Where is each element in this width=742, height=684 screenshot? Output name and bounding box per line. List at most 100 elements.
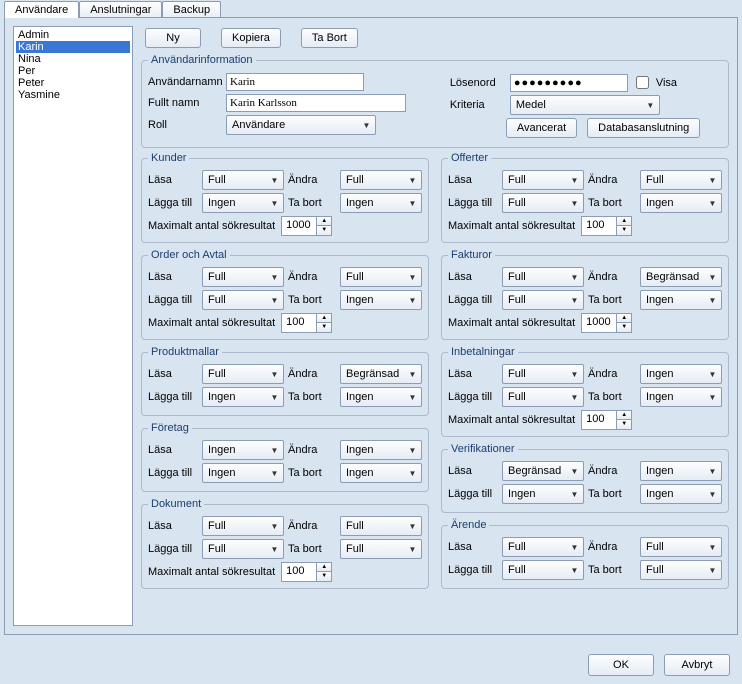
spin-down-icon[interactable]: ▼ xyxy=(617,323,631,332)
tab-anslutningar[interactable]: Anslutningar xyxy=(79,1,162,18)
edit-label: Ändra xyxy=(288,271,336,283)
user-list-item[interactable]: Nina xyxy=(16,53,130,65)
inbetalningar-edit-select[interactable]: Ingen ▼ xyxy=(640,364,722,384)
show-password-checkbox[interactable] xyxy=(636,76,649,89)
delete-button[interactable]: Ta Bort xyxy=(301,28,358,48)
kunder-read-select[interactable]: Full ▼ xyxy=(202,170,284,190)
tab-användare[interactable]: Användare xyxy=(4,1,79,18)
fakturor-add-select[interactable]: Full ▼ xyxy=(502,290,584,310)
spin-up-icon[interactable]: ▲ xyxy=(317,563,331,572)
spin-down-icon[interactable]: ▼ xyxy=(317,572,331,581)
chevron-down-icon: ▼ xyxy=(568,467,581,476)
fakturor-edit-select[interactable]: Begränsad ▼ xyxy=(640,267,722,287)
kunder-del-select[interactable]: Ingen ▼ xyxy=(340,193,422,213)
foretag-add-select[interactable]: Ingen ▼ xyxy=(202,463,284,483)
spin-down-icon[interactable]: ▼ xyxy=(317,226,331,235)
dokument-read-select[interactable]: Full ▼ xyxy=(202,516,284,536)
read-label: Läsa xyxy=(148,444,198,456)
edit-label: Ändra xyxy=(588,174,636,186)
offerter-max-spin[interactable]: 100 ▲▼ xyxy=(581,216,632,236)
verifikationer-del-select[interactable]: Ingen ▼ xyxy=(640,484,722,504)
inbetalningar-del-select[interactable]: Ingen ▼ xyxy=(640,387,722,407)
verifikationer-edit-select[interactable]: Ingen ▼ xyxy=(640,461,722,481)
order-group: Order och Avtal Läsa Full ▼ Ändra Full ▼… xyxy=(141,249,429,340)
foretag-del-select[interactable]: Ingen ▼ xyxy=(340,463,422,483)
database-connection-button[interactable]: Databasanslutning xyxy=(587,118,700,138)
user-list-item[interactable]: Per xyxy=(16,65,130,77)
kunder-add-select[interactable]: Ingen ▼ xyxy=(202,193,284,213)
username-label: Användarnamn xyxy=(148,76,222,88)
user-list[interactable]: AdminKarinNinaPerPeterYasmine xyxy=(13,26,133,626)
fakturor-max-spin[interactable]: 1000 ▲▼ xyxy=(581,313,632,333)
dokument-edit-select[interactable]: Full ▼ xyxy=(340,516,422,536)
order-read-select[interactable]: Full ▼ xyxy=(202,267,284,287)
max-results-label: Maximalt antal sökresultat xyxy=(148,317,275,329)
produktmallar-group: Produktmallar Läsa Full ▼ Ändra Begränsa… xyxy=(141,346,429,416)
chevron-down-icon: ▼ xyxy=(706,490,719,499)
verifikationer-read-select[interactable]: Begränsad ▼ xyxy=(502,461,584,481)
offerter-del-select[interactable]: Ingen ▼ xyxy=(640,193,722,213)
arende-del-select[interactable]: Full ▼ xyxy=(640,560,722,580)
inbetalningar-add-select[interactable]: Full ▼ xyxy=(502,387,584,407)
chevron-down-icon: ▼ xyxy=(568,543,581,552)
add-label: Lägga till xyxy=(148,543,198,555)
role-select[interactable]: Användare ▼ xyxy=(226,115,376,135)
tab-backup[interactable]: Backup xyxy=(162,1,221,18)
dokument-max-spin[interactable]: 100 ▲▼ xyxy=(281,562,332,582)
user-list-item[interactable]: Karin xyxy=(16,41,130,53)
spin-down-icon[interactable]: ▼ xyxy=(317,323,331,332)
advanced-button[interactable]: Avancerat xyxy=(506,118,577,138)
spin-up-icon[interactable]: ▲ xyxy=(617,217,631,226)
offerter-edit-select[interactable]: Full ▼ xyxy=(640,170,722,190)
spin-up-icon[interactable]: ▲ xyxy=(617,314,631,323)
password-field[interactable] xyxy=(510,74,628,92)
order-add-select[interactable]: Full ▼ xyxy=(202,290,284,310)
inbetalningar-read-select[interactable]: Full ▼ xyxy=(502,364,584,384)
arende-edit-select[interactable]: Full ▼ xyxy=(640,537,722,557)
fakturor-del-select[interactable]: Ingen ▼ xyxy=(640,290,722,310)
cancel-button[interactable]: Avbryt xyxy=(664,654,730,676)
kunder-edit-select[interactable]: Full ▼ xyxy=(340,170,422,190)
delete-label: Ta bort xyxy=(288,467,336,479)
criteria-select[interactable]: Medel ▼ xyxy=(510,95,660,115)
arende-read-select[interactable]: Full ▼ xyxy=(502,537,584,557)
user-list-item[interactable]: Peter xyxy=(16,77,130,89)
user-list-item[interactable]: Admin xyxy=(16,29,130,41)
edit-label: Ändra xyxy=(588,465,636,477)
spin-down-icon[interactable]: ▼ xyxy=(617,420,631,429)
verifikationer-add-select[interactable]: Ingen ▼ xyxy=(502,484,584,504)
add-label: Lägga till xyxy=(148,467,198,479)
fakturor-read-select[interactable]: Full ▼ xyxy=(502,267,584,287)
inbetalningar-max-spin[interactable]: 100 ▲▼ xyxy=(581,410,632,430)
offerter-read-select[interactable]: Full ▼ xyxy=(502,170,584,190)
user-list-item[interactable]: Yasmine xyxy=(16,89,130,101)
foretag-edit-select[interactable]: Ingen ▼ xyxy=(340,440,422,460)
dokument-del-select[interactable]: Full ▼ xyxy=(340,539,422,559)
read-label: Läsa xyxy=(448,465,498,477)
dokument-add-select[interactable]: Full ▼ xyxy=(202,539,284,559)
username-field[interactable] xyxy=(226,73,364,91)
ok-button[interactable]: OK xyxy=(588,654,654,676)
arende-add-select[interactable]: Full ▼ xyxy=(502,560,584,580)
chevron-down-icon: ▼ xyxy=(706,370,719,379)
copy-button[interactable]: Kopiera xyxy=(221,28,281,48)
kunder-max-spin[interactable]: 1000 ▲▼ xyxy=(281,216,332,236)
offerter-add-select[interactable]: Full ▼ xyxy=(502,193,584,213)
new-button[interactable]: Ny xyxy=(145,28,201,48)
spin-up-icon[interactable]: ▲ xyxy=(317,217,331,226)
spin-up-icon[interactable]: ▲ xyxy=(617,411,631,420)
produktmallar-read-select[interactable]: Full ▼ xyxy=(202,364,284,384)
fullname-field[interactable] xyxy=(226,94,406,112)
spin-down-icon[interactable]: ▼ xyxy=(617,226,631,235)
produktmallar-add-select[interactable]: Ingen ▼ xyxy=(202,387,284,407)
order-del-select[interactable]: Ingen ▼ xyxy=(340,290,422,310)
order-edit-select[interactable]: Full ▼ xyxy=(340,267,422,287)
produktmallar-edit-select[interactable]: Begränsad ▼ xyxy=(340,364,422,384)
arende-group: Ärende Läsa Full ▼ Ändra Full ▼ Lägga ti… xyxy=(441,519,729,589)
order-max-spin[interactable]: 100 ▲▼ xyxy=(281,313,332,333)
kunder-group: Kunder Läsa Full ▼ Ändra Full ▼ Lägga ti… xyxy=(141,152,429,243)
edit-label: Ändra xyxy=(288,368,336,380)
produktmallar-del-select[interactable]: Ingen ▼ xyxy=(340,387,422,407)
foretag-read-select[interactable]: Ingen ▼ xyxy=(202,440,284,460)
spin-up-icon[interactable]: ▲ xyxy=(317,314,331,323)
